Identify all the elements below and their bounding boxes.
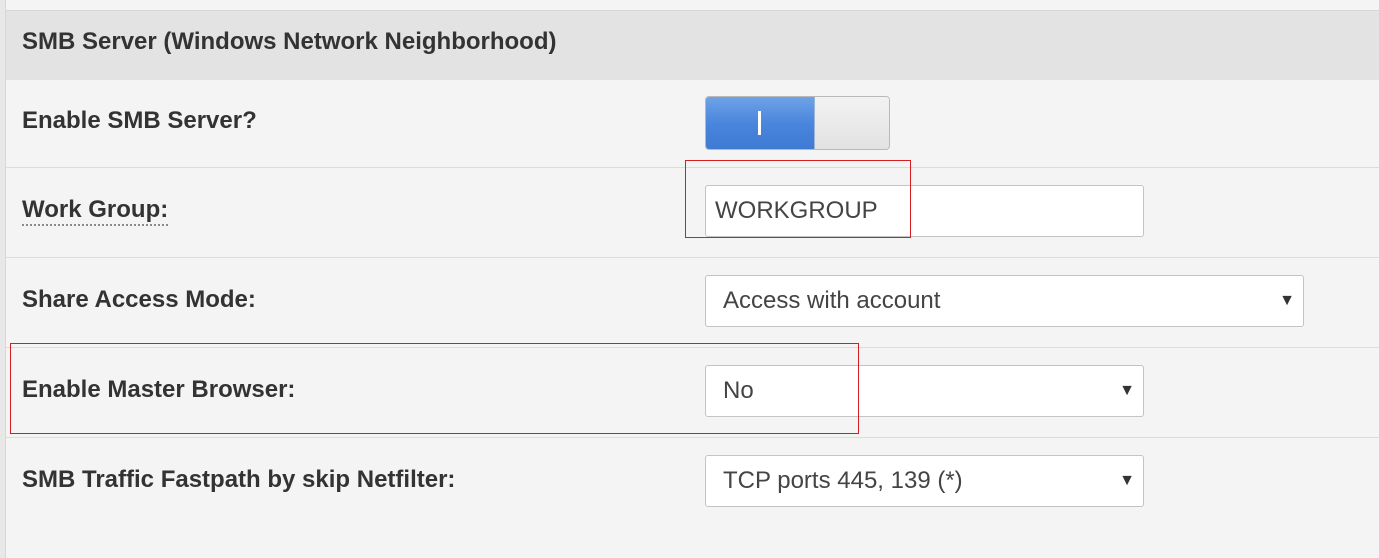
master-browser-select[interactable]: No ▼ xyxy=(705,365,1144,417)
toggle-knob[interactable] xyxy=(815,97,889,149)
section-header: SMB Server (Windows Network Neighborhood… xyxy=(6,10,1379,81)
share-access-mode-select[interactable]: Access with account ▼ xyxy=(705,275,1304,327)
fastpath-label: SMB Traffic Fastpath by skip Netfilter: xyxy=(22,466,456,493)
section-title: SMB Server (Windows Network Neighborhood… xyxy=(22,28,557,55)
row-share-access-mode: Share Access Mode: Access with account ▼ xyxy=(6,258,1379,348)
toggle-on-indicator xyxy=(758,111,761,135)
toggle-on-segment xyxy=(706,97,815,149)
row-master-browser: Enable Master Browser: No ▼ xyxy=(6,348,1379,438)
share-access-mode-value: Access with account xyxy=(723,287,941,314)
fastpath-select[interactable]: TCP ports 445, 139 (*) ▼ xyxy=(705,455,1144,507)
enable-smb-label: Enable SMB Server? xyxy=(22,107,257,134)
fastpath-value: TCP ports 445, 139 (*) xyxy=(723,467,963,494)
master-browser-value: No xyxy=(723,377,754,404)
row-work-group: Work Group: xyxy=(6,168,1379,258)
top-strip xyxy=(0,0,1379,10)
work-group-label: Work Group: xyxy=(22,196,169,226)
work-group-label-wrap: Work Group: xyxy=(22,196,169,226)
smb-settings-panel: SMB Server (Windows Network Neighborhood… xyxy=(0,0,1379,558)
row-fastpath: SMB Traffic Fastpath by skip Netfilter: … xyxy=(6,438,1379,558)
row-enable-smb: Enable SMB Server? xyxy=(6,80,1379,168)
master-browser-label: Enable Master Browser: xyxy=(22,376,296,403)
work-group-input[interactable] xyxy=(705,185,1144,237)
enable-smb-toggle[interactable] xyxy=(705,96,890,150)
chevron-down-icon: ▼ xyxy=(1279,292,1295,309)
chevron-down-icon: ▼ xyxy=(1119,472,1135,489)
share-access-mode-label: Share Access Mode: xyxy=(22,286,256,313)
chevron-down-icon: ▼ xyxy=(1119,382,1135,399)
